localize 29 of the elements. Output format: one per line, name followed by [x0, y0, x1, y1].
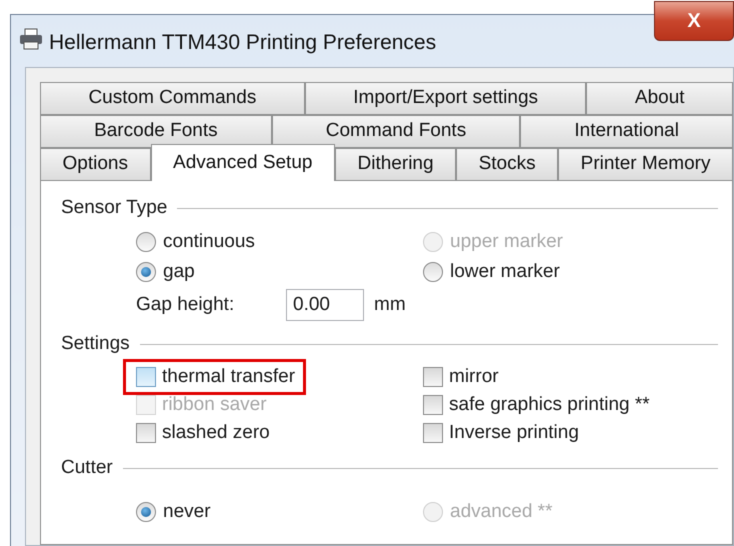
- checkbox-option[interactable]: Inverse printing: [423, 419, 579, 447]
- tab[interactable]: Stocks: [456, 148, 558, 181]
- unit-label: mm: [374, 292, 406, 317]
- tab[interactable]: Dithering: [335, 148, 456, 181]
- section-title: Cutter: [61, 456, 113, 480]
- close-button[interactable]: X: [654, 1, 734, 41]
- printer-icon: [19, 28, 43, 50]
- checkbox-option[interactable]: slashed zero: [136, 419, 270, 447]
- tab[interactable]: Barcode Fonts: [40, 115, 272, 148]
- checkbox-option[interactable]: thermal transfer: [136, 363, 296, 391]
- tab[interactable]: Command Fonts: [272, 115, 520, 148]
- tab[interactable]: Options: [40, 148, 151, 181]
- tab[interactable]: Import/Export settings: [304, 82, 586, 115]
- tab[interactable]: Printer Memory: [558, 148, 734, 181]
- section-title: Sensor Type: [61, 196, 168, 220]
- radio-option[interactable]: lower marker: [423, 257, 560, 287]
- tab[interactable]: Custom Commands: [40, 82, 305, 115]
- window-title: Hellermann TTM430 Printing Preferences: [49, 30, 436, 56]
- checkbox-option[interactable]: safe graphics printing **: [423, 391, 650, 419]
- radio-option[interactable]: gap: [136, 257, 195, 287]
- radio-option[interactable]: never: [136, 497, 211, 527]
- section-title: Settings: [61, 332, 130, 356]
- checkbox-option[interactable]: mirror: [423, 363, 499, 391]
- radio-option[interactable]: continuous: [136, 227, 255, 257]
- tab[interactable]: About: [586, 82, 734, 115]
- tab[interactable]: International: [520, 115, 733, 148]
- field-label: Gap height:: [136, 292, 236, 317]
- tab[interactable]: Advanced Setup: [150, 144, 335, 181]
- gap-height-field[interactable]: 0.00: [286, 289, 364, 321]
